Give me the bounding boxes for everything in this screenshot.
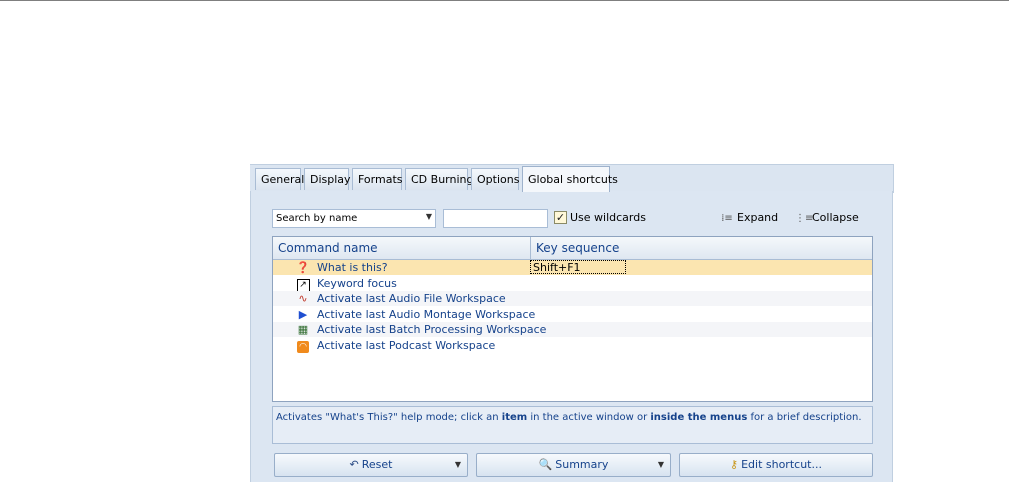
- key-icon: ⚷: [730, 458, 739, 471]
- audio-file-icon: ∿: [298, 292, 308, 305]
- shortcuts-grid: Command name Key sequence ❓ What is this…: [272, 236, 873, 402]
- command-name: Activate last Podcast Workspace: [317, 339, 496, 352]
- batch-processing-icon: ▦: [297, 323, 309, 336]
- use-wildcards-label: Use wildcards: [570, 211, 646, 224]
- tab-strip: General Display Formats CD Burning Optio…: [250, 164, 894, 193]
- description-text-2: in the active window or: [527, 412, 651, 423]
- column-header-key[interactable]: Key sequence: [531, 237, 871, 259]
- chevron-down-icon: ▼: [657, 460, 664, 469]
- tab-content: Search by name ▼ ✓ Use wildcards ⁞≡ Expan…: [250, 191, 893, 482]
- summary-icon: 🔍: [538, 458, 553, 471]
- table-row[interactable]: ❓ What is this? Shift+F1: [273, 260, 872, 275]
- search-input[interactable]: [443, 209, 548, 228]
- command-name: Activate last Audio File Workspace: [317, 292, 506, 305]
- podcast-icon: ◠: [295, 338, 311, 353]
- reset-label: Reset: [361, 458, 393, 471]
- edit-shortcut-button[interactable]: ⚷ Edit shortcut...: [679, 453, 873, 477]
- chevron-down-icon: ▼: [425, 212, 432, 221]
- expand-label: Expand: [737, 211, 779, 224]
- key-sequence-cell[interactable]: Shift+F1: [530, 260, 626, 274]
- expand-tree-icon: ⁞≡: [721, 213, 733, 224]
- reset-icon: ↶: [349, 458, 359, 471]
- summary-label: Summary: [555, 458, 609, 471]
- search-mode-value: Search by name: [276, 213, 358, 224]
- help-icon: ❓: [296, 261, 310, 274]
- description-bold-2: inside the menus: [650, 412, 748, 423]
- table-row[interactable]: ◠ Activate last Podcast Workspace: [273, 338, 872, 353]
- table-row[interactable]: ▦ Activate last Batch Processing Workspa…: [273, 322, 872, 337]
- keyword-focus-icon: ↗: [295, 276, 311, 292]
- use-wildcards-checkbox[interactable]: ✓: [554, 211, 567, 224]
- tab-options[interactable]: Options: [471, 168, 519, 190]
- table-row[interactable]: ▶ Activate last Audio Montage Workspace: [273, 307, 872, 322]
- description-bold-1: item: [501, 412, 528, 423]
- command-description: Activates "What's This?" help mode; clic…: [272, 406, 873, 444]
- reset-button[interactable]: ↶ Reset ▼: [274, 453, 468, 477]
- expand-button[interactable]: ⁞≡ Expand: [720, 211, 778, 224]
- command-name: What is this?: [317, 261, 388, 274]
- column-header-command[interactable]: Command name: [273, 237, 531, 259]
- description-text-3: for a brief description.: [747, 412, 862, 423]
- table-row[interactable]: ↗ Keyword focus: [273, 276, 872, 292]
- tab-general[interactable]: General: [255, 168, 304, 190]
- collapse-tree-icon: ⋮≡: [795, 213, 814, 224]
- preferences-panel: General Display Formats CD Burning Optio…: [250, 164, 894, 482]
- collapse-label: Collapse: [812, 211, 859, 224]
- description-text-1: Activates "What's This?" help mode; clic…: [276, 412, 502, 423]
- tab-display[interactable]: Display: [304, 168, 351, 190]
- grid-header: Command name Key sequence: [273, 237, 872, 260]
- collapse-button[interactable]: ⋮≡Collapse: [795, 211, 859, 224]
- chevron-down-icon: ▼: [454, 460, 461, 469]
- command-name: Activate last Batch Processing Workspace: [317, 323, 547, 336]
- search-mode-select[interactable]: Search by name ▼: [272, 209, 436, 228]
- audio-montage-icon: ▶: [298, 308, 308, 321]
- top-separator: [0, 0, 1009, 1]
- tab-formats[interactable]: Formats: [352, 168, 403, 190]
- table-row[interactable]: ∿ Activate last Audio File Workspace: [273, 291, 872, 306]
- command-name: Activate last Audio Montage Workspace: [317, 308, 536, 321]
- command-name: Keyword focus: [317, 277, 397, 290]
- tab-global-shortcuts[interactable]: Global shortcuts: [522, 166, 618, 192]
- tab-cd-burning[interactable]: CD Burning: [405, 168, 473, 190]
- edit-shortcut-label: Edit shortcut...: [741, 458, 822, 471]
- summary-button[interactable]: 🔍 Summary ▼: [476, 453, 671, 477]
